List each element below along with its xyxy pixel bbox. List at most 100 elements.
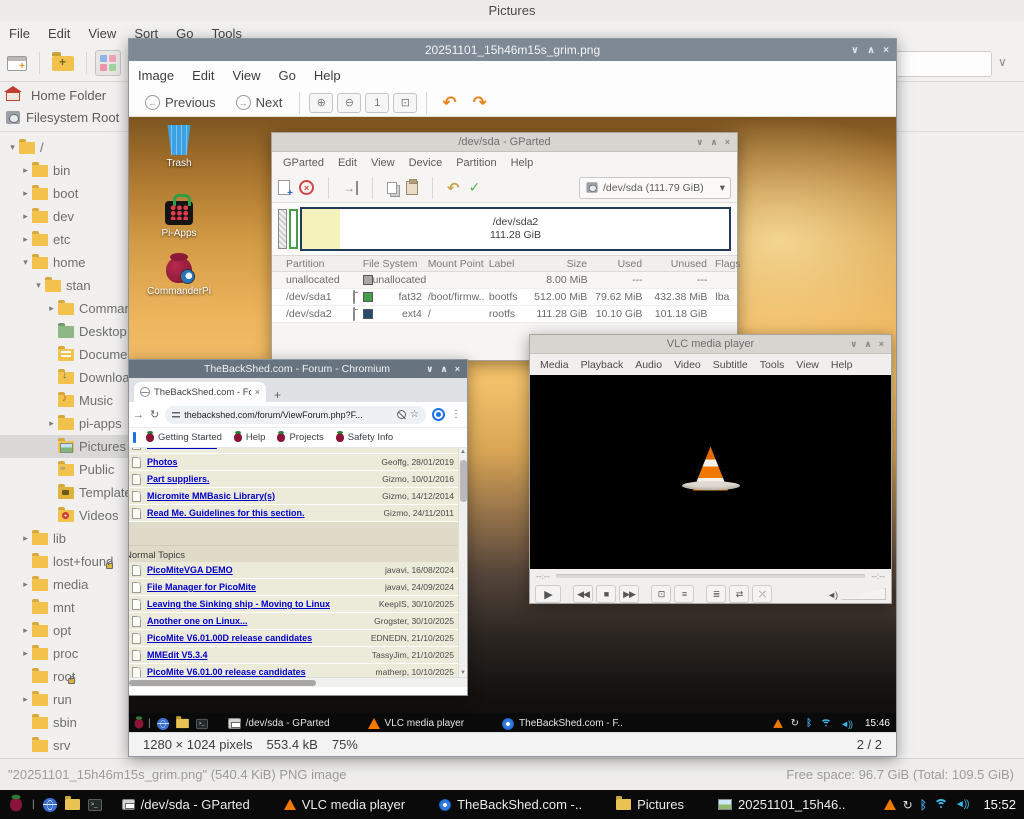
volume-icon[interactable]: ◄)) — [955, 799, 969, 810]
taskbar-task[interactable]: /dev/sda - GParted — [122, 797, 250, 812]
bluetooth-icon[interactable]: ᛒ — [920, 798, 927, 812]
expander-icon[interactable] — [19, 165, 32, 176]
previous-button[interactable]: ← Previous — [137, 95, 224, 110]
expander-icon[interactable] — [19, 579, 32, 590]
folder-icon — [58, 372, 74, 384]
file-manager-statusbar: "20251101_15h46m15s_grim.png" (540.4 KiB… — [0, 758, 1024, 790]
terminal-launcher-icon[interactable]: >_ — [88, 799, 102, 811]
expander-icon[interactable] — [45, 418, 58, 429]
forum-topic-row: PicoMite V6.01.00D release candidates ED… — [129, 630, 458, 647]
screenshot-chromium-window: TheBackShed.com - Forum - Chromium ∨∧× T… — [129, 359, 468, 696]
tree-item-label: bin — [53, 163, 70, 178]
forum-topic-row: Another one on Linux... Grogster, 30/10/… — [129, 613, 458, 630]
menu-item[interactable]: Help — [305, 68, 350, 83]
clipped-favicon — [133, 432, 136, 443]
undo-icon: ↶ — [447, 179, 460, 197]
stop-button: ■ — [596, 585, 616, 603]
taskbar-task[interactable]: TheBackShed.com -.. — [439, 797, 582, 812]
expander-icon[interactable] — [19, 648, 32, 659]
folder-icon — [58, 326, 74, 338]
remaining-time: --:-- — [871, 571, 885, 581]
desktop-icon-art — [166, 257, 192, 283]
tree-item-label: Videos — [79, 508, 119, 523]
expander-icon[interactable] — [19, 533, 32, 544]
expander-icon[interactable] — [19, 257, 32, 268]
path-bar-chevron-icon[interactable]: ∨ — [998, 55, 1007, 69]
menu-item[interactable]: Edit — [183, 68, 223, 83]
zoom-fit-button[interactable]: ⊡ — [393, 93, 417, 113]
screenshot-gparted-window: /dev/sda - GParted ∨∧× GPartedEditViewDe… — [271, 132, 738, 361]
expander-icon[interactable] — [19, 211, 32, 222]
minimize-button[interactable]: ∨ — [851, 45, 859, 56]
new-tab-button[interactable] — [3, 50, 31, 76]
partition-table: unallocated unallocated 8.00 MiB --- ---… — [272, 272, 737, 323]
menu-item[interactable]: View — [79, 26, 125, 41]
expander-icon[interactable] — [45, 303, 58, 314]
reload-icon: ↻ — [150, 408, 159, 421]
folder-icon — [32, 211, 48, 223]
shuffle-button: ⤫ — [752, 585, 772, 603]
elapsed-time: --:-- — [536, 571, 550, 581]
expander-icon[interactable] — [32, 280, 45, 291]
expander-icon[interactable] — [19, 694, 32, 705]
rotate-left-button[interactable]: ↶ — [436, 93, 462, 113]
close-button[interactable]: × — [883, 45, 889, 56]
expander-icon[interactable] — [6, 142, 19, 153]
zoom-in-button[interactable]: ⊕ — [309, 93, 333, 113]
topic-link: Micromite MMBasic Library(s) — [147, 491, 275, 501]
updates-icon[interactable]: ↻ — [903, 798, 913, 812]
tree-item-label: proc — [53, 646, 78, 661]
expander-icon[interactable] — [19, 188, 32, 199]
icon-view-button[interactable] — [95, 50, 121, 76]
vlc-seek-row: --:-- --:-- — [530, 569, 891, 583]
zoom-original-button[interactable]: 1 — [365, 93, 389, 113]
volume-control: ◄) 0% — [827, 588, 886, 600]
icon-view-icon — [100, 55, 116, 71]
expander-icon[interactable] — [19, 625, 32, 636]
topic-meta: matherp, 10/10/2025 — [376, 667, 454, 677]
raspberry-menu-icon[interactable] — [10, 798, 22, 812]
bookmark-item: Projects — [277, 432, 323, 443]
zoom-out-button[interactable]: ⊖ — [337, 93, 361, 113]
forward-icon: → — [133, 409, 144, 421]
topic-link: Forum Websites — [147, 448, 217, 449]
taskbar-task: /dev/sda - GParted — [228, 718, 330, 730]
tree-item-label: dev — [53, 209, 74, 224]
file-manager-launcher-icon[interactable] — [65, 799, 80, 810]
taskbar-task[interactable]: Pictures — [616, 797, 684, 812]
partition-visual: /dev/sda2 111.28 GiB — [272, 203, 737, 255]
next-button[interactable]: → Next — [228, 95, 291, 110]
fullscreen-button: ⊡ — [651, 585, 671, 603]
desktop-icon-art — [166, 125, 192, 155]
menu-item[interactable]: View — [224, 68, 270, 83]
menu-item[interactable]: Edit — [39, 26, 79, 41]
seek-slider — [556, 574, 866, 578]
folder-icon — [32, 648, 48, 660]
folder-icon — [32, 234, 48, 246]
maximize-button[interactable]: ∧ — [867, 45, 875, 56]
taskbar-task[interactable]: 20251101_15h46.. — [718, 797, 845, 812]
menu-item[interactable]: File — [0, 26, 39, 41]
menu-item: Device — [402, 157, 450, 169]
delete-partition-icon: × — [299, 180, 314, 195]
tree-item-label: stan — [66, 278, 91, 293]
next-track-button: ▶▶ — [619, 585, 639, 603]
expander-icon[interactable] — [19, 234, 32, 245]
drive-icon — [6, 111, 20, 124]
task-icon — [284, 799, 296, 810]
menu-item[interactable]: Image — [129, 68, 183, 83]
forum-topic-row: Leaving the Sinking ship - Moving to Lin… — [129, 596, 458, 613]
screenshot-image[interactable]: Trash Pi-Apps CommanderPi /dev/sda - GPa… — [129, 117, 896, 734]
menu-item: View — [364, 157, 402, 169]
fs-color-swatch — [363, 275, 373, 285]
browser-launcher-icon[interactable] — [43, 798, 57, 812]
topic-meta: javavi, 16/08/2024 — [385, 565, 454, 575]
wifi-icon[interactable] — [934, 799, 948, 810]
image-viewer-titlebar[interactable]: 20251101_15h46m15s_grim.png ∨ ∧ × — [129, 39, 896, 61]
new-folder-button[interactable] — [48, 50, 78, 76]
rotate-right-button[interactable]: ↷ — [467, 93, 493, 113]
vlc-tray-icon[interactable] — [884, 799, 896, 810]
favicon-globe-icon — [140, 387, 150, 397]
menu-item[interactable]: Go — [270, 68, 305, 83]
taskbar-task[interactable]: VLC media player — [284, 797, 405, 812]
